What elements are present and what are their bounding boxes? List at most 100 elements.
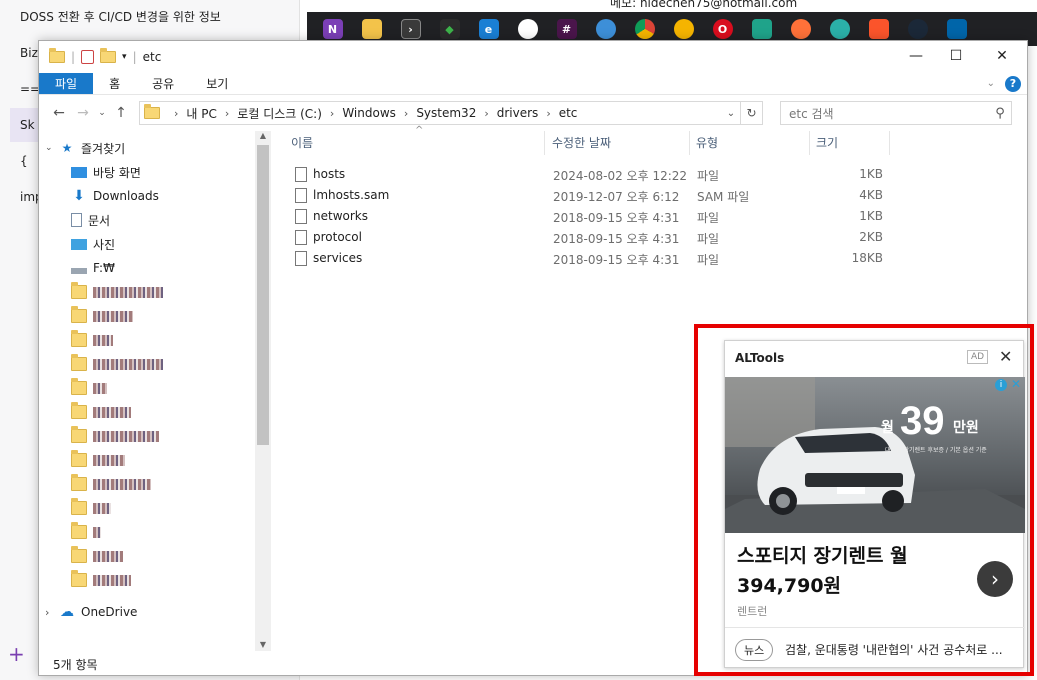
onenote-icon[interactable]: N: [322, 19, 343, 39]
brave-icon[interactable]: [868, 19, 889, 39]
firefox-icon[interactable]: [790, 19, 811, 39]
file-type: 파일: [697, 211, 720, 225]
obscured-label: [93, 502, 111, 514]
nav-item-pictures[interactable]: 사진 📌: [71, 233, 115, 255]
nav-item-folder[interactable]: 📌: [71, 473, 151, 495]
chevron-right-icon[interactable]: ›: [404, 107, 408, 120]
nav-item-folder[interactable]: 📌: [71, 449, 125, 471]
steam-icon[interactable]: [907, 19, 928, 39]
edge-icon[interactable]: e: [478, 19, 499, 39]
adchoices-close-icon[interactable]: ✕: [1011, 377, 1021, 391]
tab-share[interactable]: 공유: [136, 73, 190, 94]
ribbon-expand-icon[interactable]: ⌄: [987, 78, 995, 89]
nav-scrollbar[interactable]: ▲ ▼: [255, 131, 271, 651]
breadcrumb-system32[interactable]: System32: [416, 106, 476, 120]
file-row[interactable]: networks 2018-09-15 오후 4:31 파일 1KB: [279, 206, 899, 227]
git-icon[interactable]: ◆: [439, 19, 460, 39]
help-icon[interactable]: ?: [1005, 75, 1021, 92]
nav-item-folder[interactable]: 📌: [71, 305, 133, 327]
nav-item-folder[interactable]: 📌: [71, 377, 107, 399]
search-icon[interactable]: ⚲: [989, 106, 1011, 121]
nav-item-drive[interactable]: F:₩ 📌: [71, 257, 115, 279]
column-name[interactable]: 이름: [285, 131, 545, 155]
quick-access-dropdown-icon[interactable]: ▾: [122, 52, 127, 62]
forward-button[interactable]: →: [71, 105, 95, 121]
kakao-icon[interactable]: [751, 19, 772, 39]
bg-note-line[interactable]: {: [20, 154, 28, 168]
column-type[interactable]: 유형: [690, 131, 810, 155]
chevron-right-icon[interactable]: ›: [45, 606, 59, 619]
chrome-dev-icon[interactable]: [517, 19, 538, 39]
bg-note-title[interactable]: DOSS 전환 후 CI/CD 변경을 위한 정보: [20, 8, 221, 25]
folder-icon: [71, 498, 87, 515]
properties-icon[interactable]: [81, 50, 95, 64]
tab-file[interactable]: 파일: [39, 73, 94, 94]
maximize-button[interactable]: ☐: [933, 41, 979, 71]
bg-note-line[interactable]: Biz: [20, 46, 38, 60]
column-modified[interactable]: 수정한 날짜: [546, 131, 690, 155]
ad-image[interactable]: 월 39 만원 대기업 장기렌트 후보증 / 기본 옵션 기준 i ✕: [725, 377, 1025, 533]
nav-item-documents[interactable]: 문서 📌: [71, 209, 110, 231]
close-button[interactable]: ✕: [979, 41, 1025, 71]
nav-item-folder[interactable]: 📌: [71, 353, 163, 375]
info-icon[interactable]: i: [995, 379, 1007, 391]
scroll-up-icon[interactable]: ▲: [255, 131, 271, 140]
bing-icon[interactable]: [595, 19, 616, 39]
nav-item-folder[interactable]: 📌: [71, 281, 163, 303]
up-button[interactable]: ↑: [109, 105, 133, 121]
nav-item-folder[interactable]: [71, 569, 131, 591]
news-badge[interactable]: 뉴스: [735, 639, 774, 661]
back-button[interactable]: ←: [47, 105, 71, 121]
terminal-icon[interactable]: ›: [400, 19, 421, 39]
ad-price-number: 39: [900, 399, 945, 443]
nav-item-folder[interactable]: [71, 545, 123, 567]
bg-add-button[interactable]: +: [8, 642, 25, 666]
file-row[interactable]: lmhosts.sam 2019-12-07 오후 6:12 SAM 파일 4K…: [279, 185, 899, 206]
nav-item-downloads[interactable]: ⬇ Downloads 📌: [71, 185, 159, 207]
new-folder-icon[interactable]: [100, 48, 117, 63]
tab-view[interactable]: 보기: [190, 73, 244, 94]
scroll-down-icon[interactable]: ▼: [255, 640, 271, 649]
file-explorer-icon[interactable]: [361, 19, 382, 39]
news-headline[interactable]: 검찰, 운대통령 '내란협의' 사건 공수처로 ...: [785, 641, 1017, 658]
folder-icon: [71, 402, 87, 419]
nav-item-onedrive[interactable]: › ☁ OneDrive: [45, 601, 137, 623]
chevron-right-icon[interactable]: ›: [484, 107, 488, 120]
address-dropdown-icon[interactable]: ⌄: [722, 108, 740, 119]
breadcrumb-local-disk[interactable]: 로컬 디스크 (C:): [237, 105, 322, 122]
file-row[interactable]: protocol 2018-09-15 오후 4:31 파일 2KB: [279, 227, 899, 248]
nav-item-desktop[interactable]: 바탕 화면 📌: [71, 161, 141, 183]
nav-item-folder[interactable]: [71, 521, 101, 543]
ad-headline[interactable]: 스포티지 장기렌트 월 394,790원: [737, 541, 908, 601]
vscode-icon[interactable]: [946, 19, 967, 39]
recent-locations-icon[interactable]: ⌄: [95, 108, 109, 118]
breadcrumb-this-pc[interactable]: 내 PC: [186, 105, 216, 122]
breadcrumb-drivers[interactable]: drivers: [497, 106, 539, 120]
scrollbar-thumb[interactable]: [257, 145, 269, 445]
breadcrumb-windows[interactable]: Windows: [342, 106, 396, 120]
nav-item-folder[interactable]: 📌: [71, 401, 131, 423]
chrome-beta-icon[interactable]: [673, 19, 694, 39]
search-input[interactable]: etc 검색 ⚲: [780, 101, 1012, 125]
address-bar[interactable]: › 내 PC › 로컬 디스크 (C:) › Windows › System3…: [139, 101, 763, 125]
chevron-right-icon[interactable]: ›: [330, 107, 334, 120]
chevron-right-icon[interactable]: ›: [225, 107, 229, 120]
nav-item-folder[interactable]: 📌: [71, 329, 113, 351]
chrome-icon[interactable]: [634, 19, 655, 39]
nav-item-folder[interactable]: [71, 497, 111, 519]
refresh-icon[interactable]: ↻: [740, 101, 762, 125]
edge-dev-icon[interactable]: [829, 19, 850, 39]
file-row[interactable]: services 2018-09-15 오후 4:31 파일 18KB: [279, 248, 899, 269]
chevron-down-icon[interactable]: ⌄: [45, 143, 59, 153]
tab-home[interactable]: 홈: [93, 73, 136, 94]
ad-close-button[interactable]: ✕: [999, 347, 1012, 366]
file-row[interactable]: hosts 2024-08-02 오후 12:22 파일 1KB: [279, 164, 899, 185]
opera-icon[interactable]: O: [712, 19, 733, 39]
nav-item-folder[interactable]: 📌: [71, 425, 159, 447]
chevron-right-icon[interactable]: ›: [546, 107, 550, 120]
slack-icon[interactable]: #: [556, 19, 577, 39]
quick-access-node[interactable]: ⌄ ★ 즐겨찾기: [45, 137, 125, 159]
breadcrumb-etc[interactable]: etc: [559, 106, 578, 120]
chevron-right-icon[interactable]: ›: [977, 561, 1013, 597]
column-size[interactable]: 크기: [810, 131, 890, 155]
